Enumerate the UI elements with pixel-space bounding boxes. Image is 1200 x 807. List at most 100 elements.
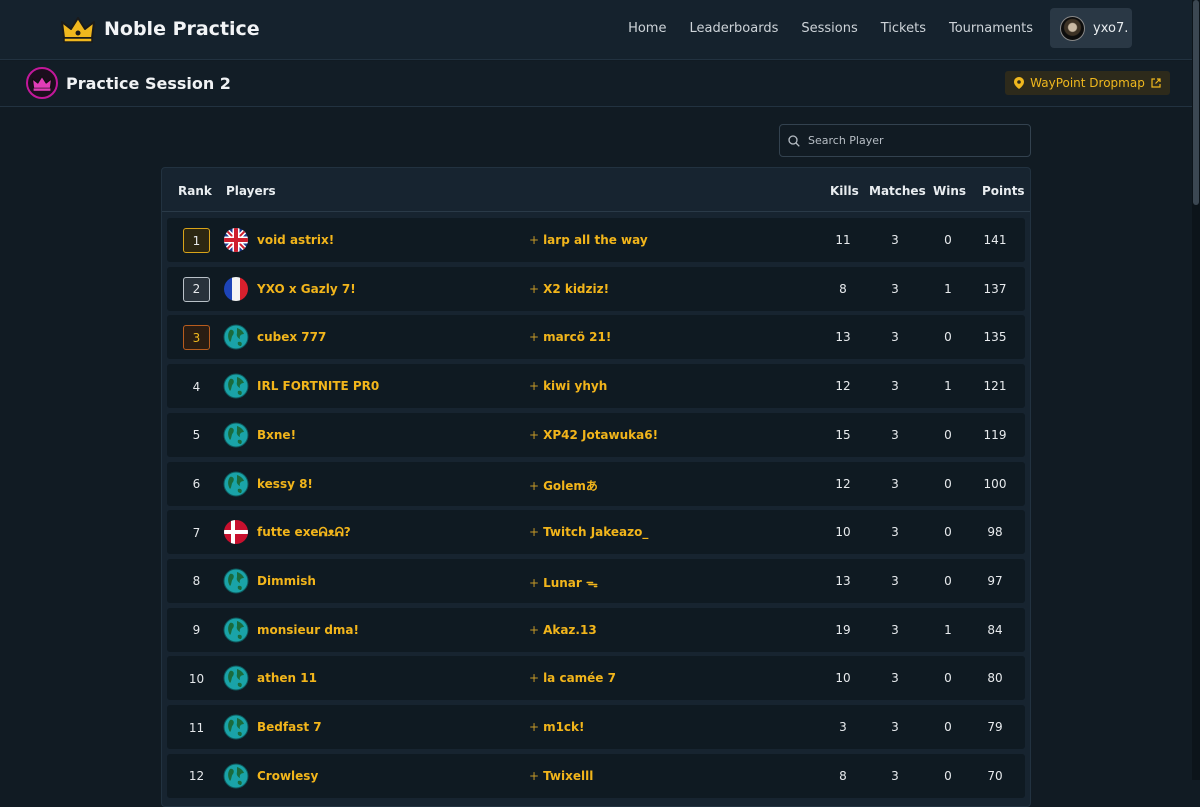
waypoint-dropmap-button[interactable]: WayPoint Dropmap (1005, 71, 1170, 95)
teammate-name[interactable]: Akaz.13 (543, 623, 597, 637)
map-pin-icon (1014, 77, 1025, 89)
teammate: + larp all the way (529, 233, 648, 247)
matches-cell: 3 (891, 768, 899, 783)
teammate-name[interactable]: Golemあ (543, 479, 598, 493)
user-menu-button[interactable]: yxo7. (1050, 8, 1132, 48)
table-row[interactable]: 12 Crowlesy + Twixelll 8 3 0 70 (167, 753, 1025, 798)
table-row[interactable]: 10 athen 11 + la camée 7 10 3 0 80 (167, 656, 1025, 701)
rank-badge: 2 (183, 276, 210, 302)
teammate: + Twixelll (529, 769, 593, 783)
header-points[interactable]: Points (982, 184, 1025, 198)
rank-badge: 9 (192, 623, 201, 638)
header-matches[interactable]: Matches (869, 184, 926, 198)
teammate-name[interactable]: m1ck! (543, 720, 584, 734)
plus-icon: + (529, 478, 540, 493)
kills-cell: 12 (835, 476, 851, 491)
player-name[interactable]: Bxne! (257, 428, 296, 442)
page-title: Practice Session 2 (66, 74, 231, 93)
player-name[interactable]: YXO x Gazly 7! (257, 282, 356, 296)
wins-cell: 0 (944, 720, 952, 734)
table-row[interactable]: 8 Dimmish + Lunar ᯓ 13 3 0 97 (167, 558, 1025, 603)
table-row[interactable]: 9 monsieur dma! + Akaz.13 19 3 1 84 (167, 607, 1025, 652)
header-wins[interactable]: Wins (933, 184, 966, 198)
teammate-name[interactable]: X2 kidziz! (543, 282, 609, 296)
kills-cell: 19 (835, 622, 851, 637)
nav-tickets[interactable]: Tickets (881, 21, 926, 36)
nav-sessions[interactable]: Sessions (801, 21, 857, 36)
matches-cell: 3 (891, 476, 899, 491)
brand[interactable]: Noble Practice (60, 12, 260, 46)
player-name[interactable]: Dimmish (257, 574, 316, 588)
search-box[interactable] (779, 124, 1031, 157)
table-row[interactable]: 4 IRL FORTNITE PR0 + kiwi yhyh 12 3 1 121 (167, 364, 1025, 409)
player-name[interactable]: Crowlesy (257, 769, 318, 783)
table-row[interactable]: 7 futte exeᕱᴥᕱ? + Twitch Jakeazo_ 10 3 0 98 (167, 510, 1025, 555)
teammate-name[interactable]: larp all the way (543, 233, 648, 247)
teammate-name[interactable]: Lunar ᯓ (543, 576, 598, 590)
wins-cell: 1 (944, 281, 952, 296)
teammate-name[interactable]: la camée 7 (543, 671, 616, 685)
matches-cell: 3 (891, 233, 899, 247)
rank-badge: 4 (192, 379, 201, 394)
teammate-name[interactable]: Twixelll (543, 769, 593, 783)
table-row[interactable]: 3 cubex 777 + marcö 21! 13 3 0 135 (167, 315, 1025, 360)
player-name[interactable]: void astrix! (257, 233, 334, 247)
globe-icon (223, 324, 249, 350)
kills-cell: 13 (835, 330, 851, 345)
kills-cell: 12 (835, 379, 851, 394)
uk-flag-icon (223, 227, 249, 253)
teammate-name[interactable]: Twitch Jakeazo_ (543, 525, 648, 539)
matches-cell: 3 (891, 330, 899, 345)
wins-cell: 1 (944, 622, 952, 637)
player-name[interactable]: IRL FORTNITE PR0 (257, 379, 379, 393)
header-rank[interactable]: Rank (178, 184, 212, 198)
rank-badge: 1 (183, 228, 210, 253)
globe-icon (223, 471, 249, 497)
teammate-name[interactable]: XP42 Jotawuka6! (543, 428, 658, 442)
denmark-flag-icon (223, 519, 249, 545)
nav-home[interactable]: Home (628, 21, 666, 36)
table-row[interactable]: 2 YXO x Gazly 7! + X2 kidziz! 8 3 1 137 (167, 266, 1025, 311)
rank-badge: 5 (192, 428, 201, 443)
wins-cell: 1 (944, 379, 952, 394)
player-name[interactable]: Bedfast 7 (257, 720, 322, 734)
nav-tournaments[interactable]: Tournaments (949, 21, 1033, 36)
player-name[interactable]: kessy 8! (257, 477, 313, 491)
matches-cell: 3 (891, 573, 899, 588)
brand-name: Noble Practice (104, 18, 260, 40)
teammate: + Twitch Jakeazo_ (529, 525, 648, 539)
header-kills[interactable]: Kills (830, 184, 859, 198)
wins-cell: 0 (944, 573, 952, 588)
teammate-name[interactable]: marcö 21! (543, 330, 611, 344)
matches-cell: 3 (891, 671, 899, 686)
session-header: Practice Session 2 WayPoint Dropmap (0, 61, 1200, 107)
nav-leaderboards[interactable]: Leaderboards (689, 21, 778, 36)
leaderboard-table: Rank Players Kills Matches Wins Points 1… (161, 167, 1031, 807)
top-navbar: Noble Practice Home Leaderboards Session… (0, 0, 1200, 60)
player-name[interactable]: futte exeᕱᴥᕱ? (257, 525, 351, 540)
wins-cell: 0 (944, 427, 952, 442)
plus-icon: + (529, 330, 540, 345)
globe-icon (223, 714, 249, 740)
teammate: + marcö 21! (529, 330, 611, 344)
teammate-name[interactable]: kiwi yhyh (543, 379, 607, 393)
player-name[interactable]: cubex 777 (257, 330, 326, 344)
table-row[interactable]: 5 Bxne! + XP42 Jotawuka6! 15 3 0 119 (167, 412, 1025, 457)
table-row[interactable]: 1 void astrix! + larp all the way 11 3 0 141 (167, 218, 1025, 262)
globe-icon (223, 763, 249, 789)
wins-cell: 0 (944, 330, 952, 345)
header-players[interactable]: Players (226, 184, 276, 198)
globe-icon (223, 373, 249, 399)
search-input[interactable] (806, 133, 1016, 148)
globe-icon (223, 568, 249, 594)
points-cell: 119 (983, 427, 1007, 442)
table-row[interactable]: 11 Bedfast 7 + m1ck! 3 3 0 79 (167, 705, 1025, 749)
kills-cell: 3 (839, 720, 847, 734)
plus-icon: + (529, 768, 540, 783)
table-row[interactable]: 6 kessy 8! + Golemあ 12 3 0 100 (167, 461, 1025, 506)
player-name[interactable]: athen 11 (257, 671, 317, 685)
scrollbar[interactable] (1192, 0, 1200, 780)
scrollbar-thumb[interactable] (1193, 0, 1199, 205)
player-name[interactable]: monsieur dma! (257, 623, 359, 637)
points-cell: 97 (987, 573, 1003, 588)
